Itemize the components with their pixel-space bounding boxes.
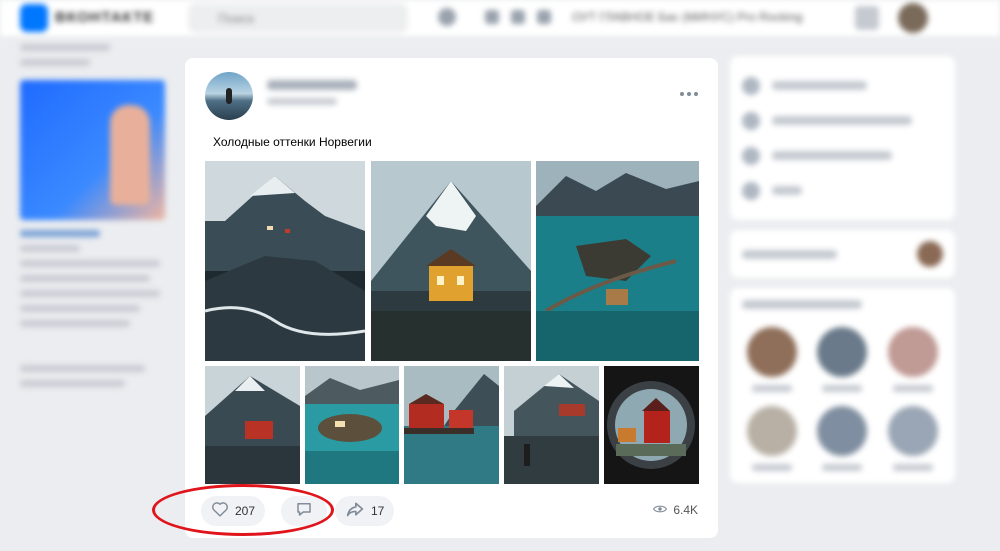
menu-icon [742, 146, 760, 165]
friend-item[interactable] [742, 406, 802, 471]
ad-banner-image[interactable] [20, 80, 165, 220]
annotation-highlight-oval [152, 484, 334, 536]
friend-item[interactable] [812, 327, 872, 392]
views-count: 6.4K [673, 503, 698, 517]
friends-widget [730, 288, 955, 483]
post-photo[interactable] [536, 161, 699, 361]
more-dots-icon[interactable] [678, 88, 700, 100]
vk-logo-icon[interactable] [20, 4, 48, 32]
player-track-title[interactable]: ОУТ ГЛАВНОЕ Бас (МИНУС) Pro Rocking [572, 10, 803, 24]
post-text: Холодные оттенки Норвегии [213, 135, 372, 149]
ad-line [20, 320, 130, 327]
user-avatar[interactable] [898, 3, 928, 33]
post-author-info[interactable] [267, 80, 357, 105]
post-photo[interactable] [604, 366, 699, 484]
footer-links[interactable] [20, 380, 125, 387]
post-photo[interactable] [205, 161, 365, 361]
profile-widget[interactable] [730, 230, 955, 278]
player-play-icon[interactable] [511, 10, 525, 24]
footer-links[interactable] [20, 365, 145, 372]
post-photo[interactable] [205, 366, 300, 484]
ad-line [20, 245, 80, 252]
profile-avatar [917, 241, 943, 267]
logo-text: ВКОНТАКТЕ [55, 9, 155, 26]
search-placeholder: Поиск [218, 11, 255, 26]
sidebar-line [20, 44, 110, 51]
friend-item[interactable] [883, 406, 943, 471]
notifications-icon[interactable] [438, 8, 456, 26]
post-author-avatar[interactable] [205, 72, 253, 120]
apps-grid-icon[interactable] [855, 6, 879, 30]
left-sidebar [20, 36, 170, 551]
player-prev-icon[interactable] [485, 10, 499, 24]
ad-line [20, 260, 160, 267]
ad-line [20, 275, 150, 282]
views-counter: 6.4K [653, 503, 698, 517]
eye-icon [653, 503, 668, 517]
menu-icon [742, 181, 760, 200]
post-photo[interactable] [504, 366, 599, 484]
ad-title[interactable] [20, 230, 100, 237]
menu-item[interactable] [742, 173, 943, 208]
menu-icon [742, 111, 760, 130]
post-photo[interactable] [371, 161, 531, 361]
post-photo[interactable] [305, 366, 399, 484]
post-photo[interactable] [404, 366, 499, 484]
menu-item[interactable] [742, 103, 943, 138]
share-count: 17 [371, 504, 385, 518]
menu-item[interactable] [742, 68, 943, 103]
top-navigation-bar: ВКОНТАКТЕ Поиск ОУТ ГЛАВНОЕ Бас (МИНУС) … [0, 0, 1000, 36]
menu-icon [742, 76, 760, 95]
player-next-icon[interactable] [537, 10, 551, 24]
friend-item[interactable] [883, 327, 943, 392]
ad-line [20, 290, 160, 297]
right-sidebar [730, 56, 955, 551]
search-input[interactable]: Поиск [188, 3, 408, 33]
friend-item[interactable] [742, 327, 802, 392]
sidebar-line [20, 59, 90, 66]
menu-item[interactable] [742, 138, 943, 173]
friend-item[interactable] [812, 406, 872, 471]
share-arrow-icon [345, 500, 365, 523]
share-button[interactable]: 17 [335, 496, 395, 526]
ad-line [20, 305, 140, 312]
nav-menu-card [730, 56, 955, 220]
post-card: Холодные оттенки Норвегии 207 17 6.4K [185, 58, 718, 538]
